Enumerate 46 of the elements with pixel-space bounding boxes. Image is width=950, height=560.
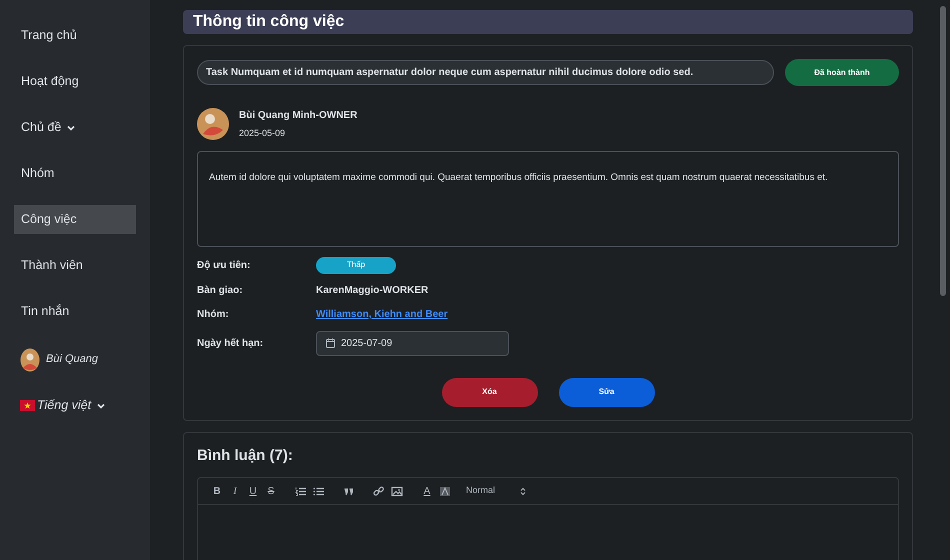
scrollbar[interactable] [940,6,946,296]
link-icon[interactable] [373,486,385,496]
edit-button[interactable]: Sửa [558,378,654,406]
created-date: 2025-05-09 [239,127,286,140]
bullet-list-icon[interactable] [313,486,325,496]
task-title-field[interactable]: Task Numquam et id numquam aspernatur dolor neque cum aspernatur nihil ducimus dolore odio sed. [197,60,774,85]
image-icon[interactable] [391,486,403,496]
quote-icon[interactable] [343,486,355,496]
group-link[interactable]: Williamson, Kiehn and Beer [316,306,448,322]
sidebar-item[interactable]: Tin nhắn [14,297,136,326]
sort-arrows-icon [520,486,526,496]
bold-button[interactable]: B [208,482,226,500]
language-selector[interactable]: Tiếng việt [37,396,106,415]
description-text: Autem id dolore qui voluptatem maxime commodi qui. Quaerat temporibus officiis praesentium. Omnis est quam nostrum quaerat necessitatibus et. [209,172,828,182]
user-name[interactable]: Bùi Quang [46,351,98,368]
due-date-field[interactable]: 2025-07-09 [316,330,509,356]
sidebar-item[interactable]: Công việc [14,205,136,234]
avatar-icon [197,108,229,140]
color-button[interactable]: A [418,482,436,500]
priority-badge: Thấp [316,256,396,274]
owner-name: Bùi Quang Minh-OWNER [239,109,358,123]
highlight-icon[interactable] [439,486,451,496]
assignee-name: KarenMaggio-WORKER [316,284,428,298]
sidebar-item[interactable]: Hoạt động [14,67,136,96]
sidebar-item[interactable]: Thành viên [14,251,136,280]
completed-button[interactable]: Đã hoàn thành [785,59,899,86]
comments-title: Bình luận (7): [197,446,294,466]
strike-button[interactable]: S [262,482,280,500]
description-box[interactable]: Autem id dolore qui voluptatem maxime commodi qui. Quaerat temporibus officiis praesentium. Omnis est quam nostrum quaerat necessitatibus et. [197,150,899,246]
ordered-list-icon[interactable] [295,486,307,496]
field-label: Ngày hết hạn: [197,336,264,350]
comment-editor[interactable]: B I U S A Normal [197,477,899,560]
field-label: Độ ưu tiên: [197,258,252,272]
avatar-icon [20,348,40,372]
sidebar-item[interactable]: Trang chủ [14,21,136,50]
format-select[interactable]: Normal [466,484,526,498]
italic-button[interactable]: I [226,482,244,500]
delete-button[interactable]: Xóa [442,378,538,406]
field-label: Bàn giao: [197,284,244,298]
sidebar-item[interactable]: Chủ đề [14,113,136,142]
field-label: Nhóm: [197,308,230,322]
page-title: Thông tin công việc [193,12,344,32]
underline-button[interactable]: U [244,482,262,500]
sidebar-item[interactable]: Nhóm [14,159,136,188]
calendar-icon [326,338,335,348]
flag-icon [20,400,35,411]
